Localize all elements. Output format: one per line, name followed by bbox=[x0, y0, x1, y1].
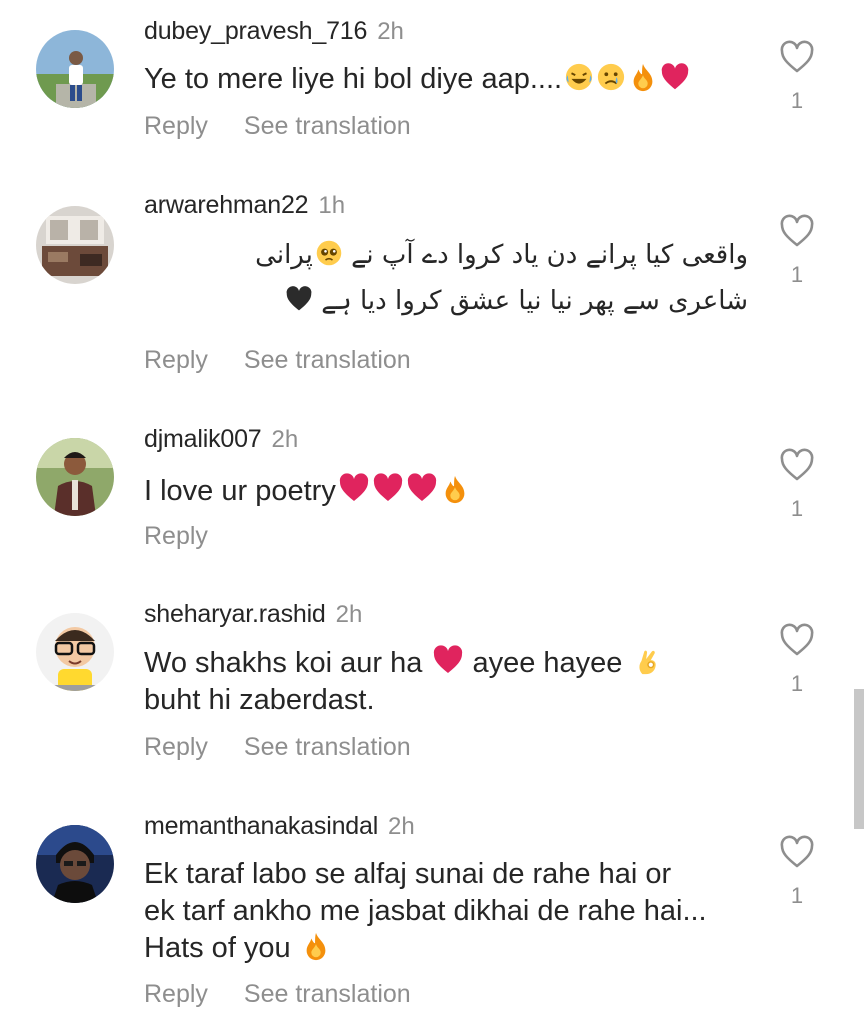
see-translation-button[interactable]: See translation bbox=[244, 980, 411, 1008]
red-heart-emoji-icon bbox=[432, 644, 464, 676]
comment-text-content: Wo shakhs koi aur ha bbox=[144, 647, 423, 679]
like-count: 1 bbox=[790, 883, 804, 908]
like-count: 1 bbox=[790, 262, 804, 287]
scrollbar-thumb[interactable] bbox=[854, 689, 864, 829]
comment-actions: Reply See translation bbox=[144, 111, 411, 141]
comment-text-content: I love ur poetry bbox=[144, 475, 336, 507]
avatar[interactable] bbox=[36, 825, 114, 903]
laughing-crying-emoji-icon bbox=[564, 62, 594, 92]
comment-line: buht hi zaberdast. bbox=[144, 684, 375, 716]
timestamp: 2h bbox=[388, 813, 415, 840]
like-control: 1 bbox=[778, 448, 816, 522]
comment-text: I love ur poetry bbox=[144, 472, 470, 510]
heart-outline-icon[interactable] bbox=[779, 835, 815, 869]
comment-text-content: Ye to mere liye hi bol diye aap.... bbox=[144, 63, 563, 95]
red-heart-emoji-icon bbox=[660, 62, 690, 92]
red-heart-emoji-icon bbox=[372, 472, 404, 504]
like-control: 1 bbox=[778, 623, 816, 697]
fire-emoji-icon bbox=[301, 931, 331, 961]
like-control: 1 bbox=[778, 214, 816, 288]
comment-actions: Reply bbox=[144, 521, 208, 551]
username[interactable]: djmalik007 bbox=[144, 425, 262, 453]
comment-text: واقعی کیا پرانے دن یاد کروا دے آپ نے پرا… bbox=[255, 232, 748, 324]
avatar[interactable] bbox=[36, 438, 114, 516]
reply-button[interactable]: Reply bbox=[144, 980, 208, 1008]
comment-text: Wo shakhs koi aur ha ayee hayee buht hi … bbox=[144, 644, 663, 719]
crying-emoji-icon bbox=[596, 62, 626, 92]
avatar[interactable] bbox=[36, 30, 114, 108]
comment-line: ek tarf ankho me jasbat dikhai de rahe h… bbox=[144, 895, 707, 927]
heart-outline-icon[interactable] bbox=[779, 448, 815, 482]
pleading-face-emoji-icon bbox=[315, 239, 343, 267]
comment-header: dubey_pravesh_716 2h bbox=[144, 16, 404, 46]
comment-line: واقعی کیا پرانے دن یاد کروا دے آپ نے پرا… bbox=[255, 232, 748, 278]
comment-line: Wo shakhs koi aur ha ayee hayee bbox=[144, 644, 663, 682]
see-translation-button[interactable]: See translation bbox=[244, 733, 411, 761]
fire-emoji-icon bbox=[628, 62, 658, 92]
comment-header: sheharyar.rashid 2h bbox=[144, 599, 362, 629]
comment-text-content: شاعری سے پھر نیا نیا عشق کروا دیا ہے bbox=[321, 286, 748, 316]
avatar[interactable] bbox=[36, 206, 114, 284]
comment-line: شاعری سے پھر نیا نیا عشق کروا دیا ہے bbox=[255, 278, 748, 324]
comment-actions: Reply See translation bbox=[144, 979, 411, 1009]
fire-emoji-icon bbox=[440, 474, 470, 504]
comment-text: Ek taraf labo se alfaj sunai de rahe hai… bbox=[144, 856, 707, 967]
timestamp: 2h bbox=[335, 601, 363, 628]
like-count: 1 bbox=[790, 671, 804, 696]
red-heart-emoji-icon bbox=[338, 472, 370, 504]
timestamp: 2h bbox=[377, 18, 404, 45]
like-count: 1 bbox=[790, 496, 804, 521]
heart-outline-icon[interactable] bbox=[779, 40, 815, 74]
username[interactable]: dubey_pravesh_716 bbox=[144, 17, 367, 45]
red-heart-emoji-icon bbox=[406, 472, 438, 504]
like-count: 1 bbox=[790, 88, 804, 113]
comment-text: Ye to mere liye hi bol diye aap.... bbox=[144, 61, 690, 98]
ok-hand-emoji-icon bbox=[633, 646, 663, 676]
like-control: 1 bbox=[778, 40, 816, 114]
username[interactable]: memanthanakasindal bbox=[144, 812, 378, 840]
comment-text-content: ayee hayee bbox=[472, 647, 623, 679]
comment-text-content: Hats of you bbox=[144, 932, 291, 964]
comment-line: Ek taraf labo se alfaj sunai de rahe hai… bbox=[144, 858, 672, 890]
reply-button[interactable]: Reply bbox=[144, 112, 208, 140]
username[interactable]: sheharyar.rashid bbox=[144, 600, 326, 628]
heart-outline-icon[interactable] bbox=[779, 623, 815, 657]
comment-header: djmalik007 2h bbox=[144, 424, 298, 454]
reply-button[interactable]: Reply bbox=[144, 522, 208, 550]
username[interactable]: arwarehman22 bbox=[144, 191, 309, 219]
comment-text-content: پرانی bbox=[255, 240, 313, 270]
comment-line: Hats of you bbox=[144, 930, 707, 967]
comment-actions: Reply See translation bbox=[144, 345, 411, 375]
reply-button[interactable]: Reply bbox=[144, 346, 208, 374]
like-control: 1 bbox=[778, 835, 816, 909]
comment-header: memanthanakasindal 2h bbox=[144, 811, 415, 841]
timestamp: 1h bbox=[318, 192, 346, 219]
black-heart-emoji-icon bbox=[285, 285, 313, 313]
see-translation-button[interactable]: See translation bbox=[244, 346, 411, 374]
comment-header: arwarehman22 1h bbox=[144, 190, 345, 220]
heart-outline-icon[interactable] bbox=[779, 214, 815, 248]
reply-button[interactable]: Reply bbox=[144, 733, 208, 761]
see-translation-button[interactable]: See translation bbox=[244, 112, 411, 140]
timestamp: 2h bbox=[271, 426, 299, 453]
comment-text-content: واقعی کیا پرانے دن یاد کروا دے آپ نے bbox=[351, 240, 748, 270]
avatar[interactable] bbox=[36, 613, 114, 691]
comment-actions: Reply See translation bbox=[144, 732, 411, 762]
